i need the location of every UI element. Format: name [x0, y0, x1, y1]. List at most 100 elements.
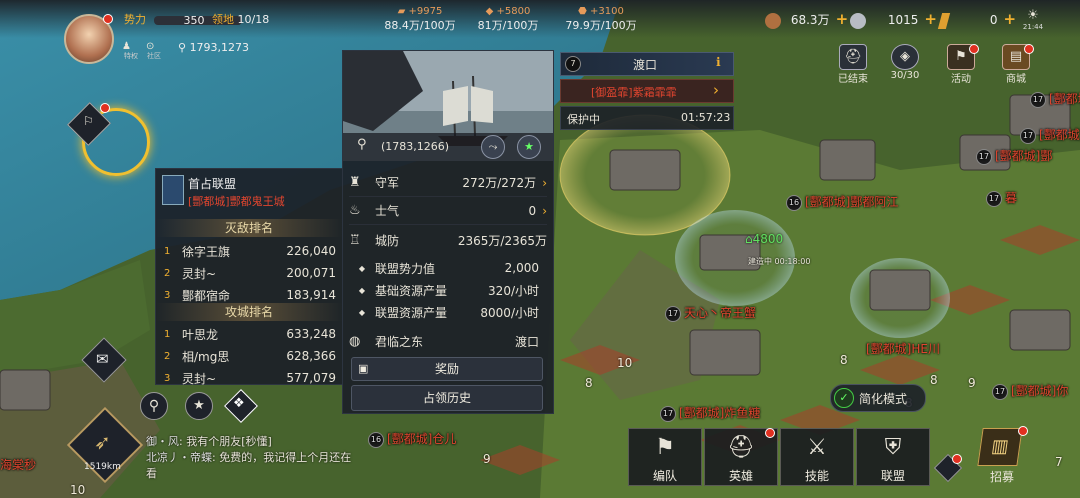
gold-bar-icon: [937, 12, 951, 29]
helmet-icon: ⛑: [839, 44, 867, 70]
add-copper-button[interactable]: +: [836, 10, 849, 28]
map-label[interactable]: 17 [酆都城]炸鱼糖: [660, 404, 760, 422]
stat-row: ◆ 联盟势力值 2,000: [349, 257, 539, 279]
location-level: 7: [565, 56, 581, 72]
chevron-right-icon: ›: [542, 175, 547, 190]
map-label[interactable]: 17[酆都城]酆: [1030, 90, 1080, 108]
map-label[interactable]: 17 暮: [986, 189, 1017, 207]
formation-button[interactable]: ⚑ 编队: [628, 428, 702, 486]
event-ended-button[interactable]: ⛑ 已结束: [833, 44, 873, 85]
share-icon[interactable]: ⤳: [481, 135, 505, 159]
alliance-name[interactable]: [酆都城]酆都鬼王城: [188, 193, 285, 209]
recruit-scroll-icon: ▥: [977, 428, 1023, 466]
list-item[interactable]: 1 叶思龙 633,248: [164, 323, 336, 345]
add-gold-button[interactable]: +: [1003, 10, 1016, 28]
tile-level: 9: [483, 452, 491, 466]
guard-icon: ♜: [349, 175, 361, 190]
occupier-bar[interactable]: [御盈霏]紫霜霏霏 ›: [560, 79, 734, 103]
clock: ☀ 21:44: [1020, 8, 1046, 31]
reward-chest-icon: ▣: [358, 362, 369, 375]
garrison-row[interactable]: ♜ 守军 272万/272万 ›: [349, 169, 547, 197]
troop-icon: ⌂: [745, 232, 753, 246]
map-label[interactable]: 17[酆都城]酆: [1020, 126, 1080, 144]
reward-button[interactable]: ▣ 奖励: [351, 357, 543, 381]
resource-iron: ◆ +5800 81万/100万: [477, 6, 539, 32]
hero-helmet-icon: ⛑: [727, 435, 755, 460]
alliance-title: 首占联盟: [188, 177, 237, 191]
owner-row: ◍ 君临之东 渡口: [349, 333, 539, 349]
tile-level: 10: [70, 483, 86, 497]
compass-distance: 1519km: [84, 462, 121, 472]
map-label[interactable]: 17[酆都城]酆: [976, 147, 1052, 165]
alliance-banner-icon: ⛨: [884, 435, 902, 460]
player-territory: 领地 10/18: [212, 13, 270, 26]
copper-coin-icon: [765, 12, 781, 29]
map-label[interactable]: 16 [酆都城]酆都阿江: [786, 193, 898, 211]
fire-icon: ♨: [349, 203, 361, 218]
notification-dot: [1024, 44, 1034, 54]
alliance-button[interactable]: ⛨ 联盟: [856, 428, 930, 486]
chat-message: 北凉丿・帝蝶: 免费的，我记得上个月还在看: [146, 451, 352, 480]
chevron-right-icon: ›: [713, 81, 719, 99]
tile-coords[interactable]: (1783,1266): [381, 140, 449, 153]
bullet-icon: ◆: [358, 307, 366, 317]
banner-icon: ⚐: [83, 114, 94, 128]
stamina-button[interactable]: ◈ 30/30: [885, 44, 925, 81]
morale-row[interactable]: ♨ 士气 0 ›: [349, 197, 547, 225]
map-label[interactable]: [酆都城]HE川: [866, 340, 940, 357]
tile-level: 8: [930, 373, 938, 387]
troop-marker[interactable]: ⌂4800: [745, 232, 783, 246]
add-silver-button[interactable]: +: [924, 10, 937, 28]
chat-message: 御・风: 我有个朋友[秒懂]: [146, 435, 272, 448]
info-icon[interactable]: ℹ: [716, 55, 721, 69]
currency-gold[interactable]: 0 +: [937, 10, 1016, 29]
list-item[interactable]: 1 徐字王旗 226,040: [164, 240, 336, 262]
simplify-mode-toggle[interactable]: ✓ 简化模式: [830, 384, 926, 412]
favorite-star-icon[interactable]: ★: [517, 135, 541, 159]
wood-icon: ▰: [397, 6, 406, 17]
location-header: 7 渡口 ℹ: [560, 52, 734, 76]
tile-info-panel: ⚲ (1783,1266) ⤳ ★ ♜ 守军 272万/272万 › ♨ 士气 …: [342, 50, 554, 414]
location-pin-icon: ⚲: [357, 137, 367, 152]
tile-level: 8: [585, 376, 593, 390]
occupation-history-button[interactable]: 占领历史: [351, 385, 543, 411]
list-item[interactable]: 2 灵封~ 200,071: [164, 262, 336, 284]
resource-wood: ▰ +9975 88.4万/100万: [384, 6, 456, 32]
favorite-star-icon[interactable]: ★: [185, 392, 213, 420]
map-label[interactable]: 海棠秒: [0, 456, 36, 473]
list-item[interactable]: 3 灵封~ 577,079: [164, 367, 336, 389]
stat-row: ◆ 基础资源产量 320/小时: [349, 279, 539, 301]
siege-rank-list: 1 叶思龙 633,248 2 相/mg思 628,366 3 灵封~ 577,…: [164, 323, 336, 389]
shield-face-icon: ◈: [891, 44, 919, 70]
siege-rank-header: 攻城排名: [156, 303, 342, 321]
notification-dot: [103, 14, 113, 24]
defense-row: ♖ 城防 2365万/2365万: [349, 232, 547, 248]
kill-rank-list: 1 徐字王旗 226,040 2 灵封~ 200,071 3 酆都宿命 183,…: [164, 240, 336, 306]
notification-dot: [952, 454, 962, 464]
recruit-button[interactable]: ▥ 招募: [970, 428, 1034, 486]
currency-copper[interactable]: 68.3万 +: [765, 10, 848, 29]
notification-dot: [100, 103, 110, 113]
iron-icon: ◆: [485, 6, 494, 17]
chat-preview[interactable]: 御・风: 我有个朋友[秒懂] 北凉丿・帝蝶: 免费的，我记得上个月还在看: [146, 434, 356, 482]
list-item[interactable]: 2 相/mg思 628,366: [164, 345, 336, 367]
compass-needle-icon: ➶: [94, 430, 111, 454]
build-timer: 建造中 00:18:00: [748, 257, 811, 266]
map-label[interactable]: 16 [酆都城]仓儿: [368, 430, 456, 448]
location-name: 渡口: [633, 58, 658, 72]
chevron-right-icon: ›: [542, 203, 547, 218]
privilege-label: 特权: [124, 52, 138, 60]
search-icon[interactable]: ⚲: [140, 392, 168, 420]
currency-silver[interactable]: 1015 +: [850, 10, 937, 29]
privilege-icon[interactable]: ♟: [122, 38, 138, 52]
alliance-banner-icon: [162, 175, 184, 205]
checkmark-icon: ✓: [834, 388, 854, 408]
map-label[interactable]: 17 [酆都城]你: [992, 382, 1068, 400]
mail-icon: ✉: [96, 350, 109, 368]
protection-timer: 01:57:23: [681, 111, 731, 124]
skill-button[interactable]: ⚔ 技能: [780, 428, 854, 486]
community-icon[interactable]: ⊙: [146, 38, 162, 52]
player-coords[interactable]: ⚲ 1793,1273: [178, 41, 249, 54]
map-label[interactable]: 17 天心丶帝王蟹: [665, 304, 756, 322]
tile-level: 8: [840, 353, 848, 367]
